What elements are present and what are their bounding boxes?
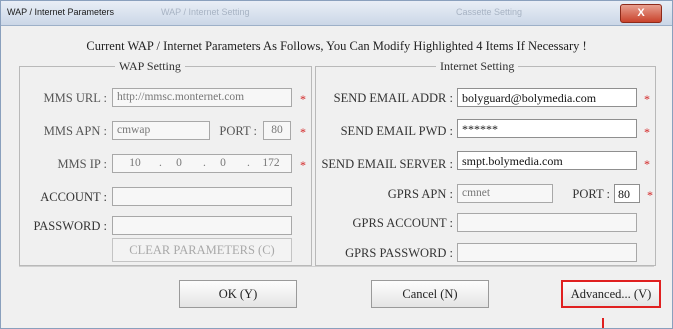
mms-port-field[interactable]: 80 — [263, 121, 291, 140]
mms-url-field[interactable]: http://mmsc.monternet.com — [112, 88, 292, 107]
ip-octet[interactable]: 10 — [121, 157, 149, 169]
gprs-port-label: PORT : — [572, 187, 610, 201]
ip-dot: . — [247, 157, 250, 169]
advanced-button[interactable]: Advanced... (V) — [561, 280, 661, 308]
required-mark: * — [300, 92, 306, 106]
mms-url-label: MMS URL : — [43, 91, 107, 105]
send-email-pwd-label: SEND EMAIL PWD : — [340, 124, 453, 138]
wap-setting-legend: WAP Setting — [119, 59, 181, 73]
ip-octet[interactable]: 0 — [165, 157, 193, 169]
ip-octet[interactable]: 0 — [209, 157, 237, 169]
wap-internet-dialog: WAP / Internet Parameters WAP / Internet… — [0, 0, 673, 329]
gprs-apn-label: GPRS APN : — [387, 187, 453, 201]
send-email-addr-field[interactable]: bolyguard@bolymedia.com — [457, 88, 637, 107]
clear-parameters-button[interactable]: CLEAR PARAMETERS (C) — [112, 238, 292, 262]
password-field[interactable] — [112, 216, 292, 235]
account-label: ACCOUNT : — [40, 190, 107, 204]
annotation-pointer — [602, 318, 604, 328]
ip-dot: . — [159, 157, 162, 169]
required-mark: * — [300, 158, 306, 172]
send-email-server-field[interactable]: smpt.bolymedia.com — [457, 151, 637, 170]
required-mark: * — [647, 188, 653, 202]
gprs-password-field[interactable] — [457, 243, 637, 262]
send-email-pwd-field[interactable]: ****** — [457, 119, 637, 138]
mms-ip-label: MMS IP : — [57, 157, 107, 171]
ip-octet[interactable]: 172 — [257, 157, 285, 169]
ok-button[interactable]: OK (Y) — [179, 280, 297, 308]
required-mark: * — [644, 125, 650, 139]
mms-ip-field[interactable]: 10 . 0 . 0 . 172 — [112, 154, 292, 173]
required-mark: * — [644, 92, 650, 106]
divider — [19, 266, 654, 267]
required-mark: * — [300, 125, 306, 139]
ip-dot: . — [203, 157, 206, 169]
background-window-title: Cassette Setting — [456, 7, 523, 17]
background-window-title: WAP / Internet Setting — [161, 7, 250, 17]
mms-apn-field[interactable]: cmwap — [112, 121, 210, 140]
cancel-button[interactable]: Cancel (N) — [371, 280, 489, 308]
required-mark: * — [644, 157, 650, 171]
gprs-password-label: GPRS PASSWORD : — [345, 246, 453, 260]
close-icon: X — [637, 7, 645, 19]
mms-port-label: PORT : — [219, 124, 257, 138]
gprs-apn-field[interactable]: cmnet — [457, 184, 553, 203]
mms-apn-label: MMS APN : — [43, 124, 107, 138]
window-title: WAP / Internet Parameters — [7, 7, 115, 17]
gprs-account-label: GPRS ACCOUNT : — [352, 216, 454, 230]
send-email-server-label: SEND EMAIL SERVER : — [321, 157, 453, 171]
password-label: PASSWORD : — [33, 219, 107, 233]
title-bar[interactable]: WAP / Internet Parameters WAP / Internet… — [1, 1, 672, 26]
internet-setting-legend: Internet Setting — [440, 59, 515, 73]
send-email-addr-label: SEND EMAIL ADDR : — [333, 91, 453, 105]
instructions-text: Current WAP / Internet Parameters As Fol… — [86, 39, 587, 53]
gprs-account-field[interactable] — [457, 213, 637, 232]
account-field[interactable] — [112, 187, 292, 206]
gprs-port-field[interactable]: 80 — [614, 184, 640, 203]
close-button[interactable]: X — [620, 4, 662, 23]
